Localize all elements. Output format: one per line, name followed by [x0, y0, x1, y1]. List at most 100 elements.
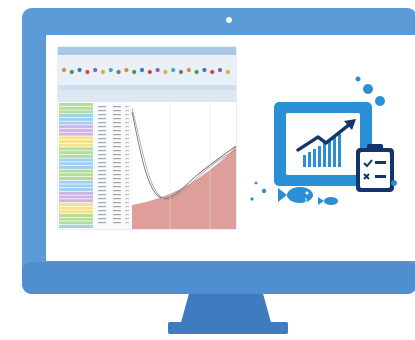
data-cell — [113, 190, 121, 192]
data-cell — [113, 202, 121, 204]
data-cell — [125, 202, 129, 204]
data-cell — [113, 150, 121, 152]
data-cell — [98, 166, 106, 168]
data-cell — [98, 178, 106, 180]
data-cell — [113, 182, 121, 184]
ribbon-tool-icon — [69, 69, 74, 75]
data-cell — [98, 138, 106, 140]
left-panel-row — [59, 136, 93, 140]
ribbon-tool-icon — [163, 69, 168, 75]
data-cell — [113, 158, 121, 160]
ribbon-tool-icon — [85, 69, 90, 75]
left-panel-row — [59, 114, 93, 118]
data-cell — [98, 146, 106, 148]
left-panel-row — [59, 140, 93, 143]
left-panel-row — [59, 147, 93, 151]
data-cell — [125, 178, 129, 180]
data-cell — [113, 218, 121, 220]
data-cell — [125, 206, 129, 208]
left-panel-row — [59, 103, 93, 106]
app-window — [57, 46, 237, 230]
data-cell — [98, 110, 106, 112]
data-cell — [98, 182, 106, 184]
app-data-columns — [94, 102, 132, 229]
data-cell — [125, 158, 129, 160]
data-cell — [125, 138, 129, 140]
data-cell — [98, 174, 106, 176]
left-panel-row — [59, 132, 93, 136]
data-cell — [98, 210, 106, 212]
data-cell — [98, 122, 106, 124]
data-cell — [113, 166, 121, 168]
data-cell — [125, 130, 129, 132]
left-panel-row — [59, 106, 93, 110]
left-panel-row — [59, 217, 93, 221]
left-panel-row — [59, 188, 93, 192]
left-panel-row — [59, 128, 93, 132]
data-cell — [113, 130, 121, 132]
left-panel-row — [59, 177, 93, 180]
data-cell — [113, 178, 121, 180]
data-cell — [113, 134, 121, 136]
data-cell — [98, 206, 106, 208]
ribbon-tool-icon — [124, 67, 129, 73]
ribbon-tool-icon — [132, 69, 137, 75]
left-panel-row — [59, 158, 93, 162]
ribbon-tool-icon — [116, 69, 121, 75]
left-panel-row — [59, 110, 93, 114]
data-cell — [125, 106, 129, 108]
data-cell — [98, 130, 106, 132]
data-cell — [113, 162, 121, 164]
data-cell — [125, 170, 129, 172]
left-panel-row — [59, 184, 93, 188]
data-cell — [113, 210, 121, 212]
data-cell — [98, 118, 106, 120]
data-cell — [98, 114, 106, 116]
data-cell — [98, 186, 106, 188]
app-left-panel — [58, 102, 94, 229]
data-cell — [113, 186, 121, 188]
data-cell — [98, 214, 106, 216]
data-cell — [125, 218, 129, 220]
data-cell — [113, 114, 121, 116]
data-cell — [98, 202, 106, 204]
data-cell — [125, 110, 129, 112]
left-panel-row — [59, 199, 93, 203]
data-cell — [125, 174, 129, 176]
data-cell — [125, 114, 129, 116]
left-panel-row — [59, 143, 93, 147]
data-cell — [98, 134, 106, 136]
left-panel-row — [59, 206, 93, 210]
data-cell — [113, 214, 121, 216]
left-panel-row — [59, 225, 93, 229]
data-cell — [98, 150, 106, 152]
data-cell — [125, 126, 129, 128]
data-cell — [125, 146, 129, 148]
ribbon-tool-icon — [147, 69, 152, 75]
app-toolbar-strip — [58, 85, 236, 90]
left-panel-row — [59, 117, 93, 121]
data-cell — [113, 146, 121, 148]
ribbon-tool-icon — [194, 69, 199, 75]
ribbon-tool-icon — [77, 67, 82, 73]
data-cell — [125, 142, 129, 144]
data-cell — [125, 194, 129, 196]
data-cell — [113, 170, 121, 172]
data-cell — [98, 126, 106, 128]
data-cell — [113, 110, 121, 112]
ribbon-tool-icon — [202, 67, 207, 73]
ribbon-tool-icon — [139, 67, 145, 73]
left-panel-row — [59, 173, 93, 177]
data-cell — [98, 154, 106, 156]
data-cell — [125, 182, 129, 184]
data-cell — [113, 198, 121, 200]
left-panel-row — [59, 154, 93, 158]
data-cell — [113, 138, 121, 140]
left-panel-row — [59, 180, 93, 184]
app-title-bar — [58, 47, 236, 55]
data-cell — [98, 194, 106, 196]
data-cell — [125, 166, 129, 168]
data-cell — [125, 150, 129, 152]
app-ribbon — [58, 55, 236, 85]
ribbon-tool-icon — [171, 67, 176, 73]
